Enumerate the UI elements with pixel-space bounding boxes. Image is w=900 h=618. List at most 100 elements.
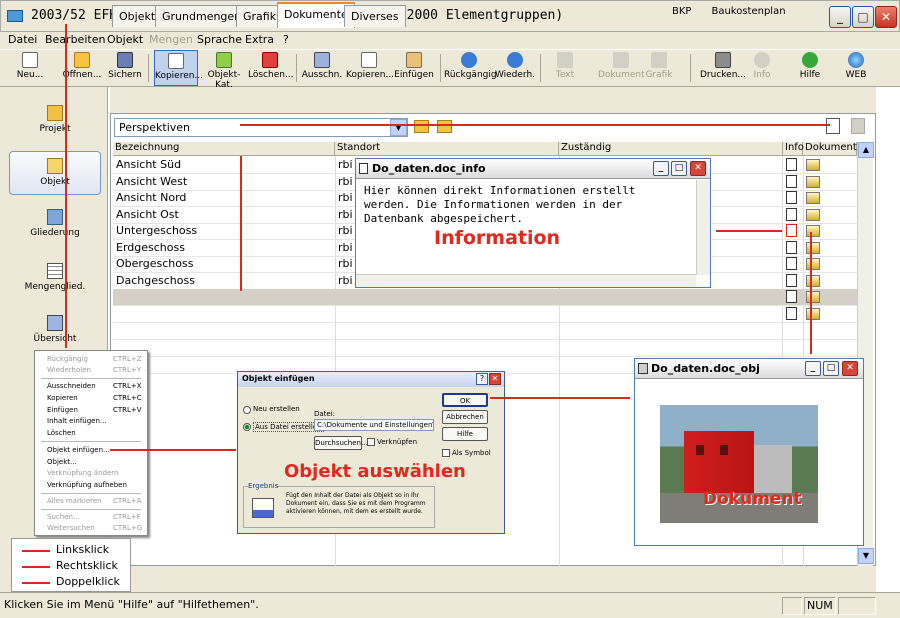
menu-help[interactable]: ? bbox=[283, 33, 289, 46]
info-textarea[interactable]: Hier können direkt Informationen erstell… bbox=[364, 184, 636, 226]
menu-datei[interactable]: Datei bbox=[8, 33, 37, 46]
redo-button[interactable]: Wiederh. bbox=[494, 50, 536, 86]
document-folder-icon[interactable] bbox=[806, 308, 820, 320]
sidebar-item-objekt[interactable]: Objekt bbox=[9, 151, 101, 195]
file-path-input[interactable]: C:\Dokumente und Einstellungen\Rueth bbox=[314, 419, 434, 431]
info-horizontal-scrollbar[interactable] bbox=[356, 274, 696, 287]
object-catalog-icon bbox=[216, 52, 232, 68]
info-doc-icon[interactable] bbox=[786, 241, 797, 254]
scroll-up-icon[interactable]: ▲ bbox=[858, 142, 874, 158]
web-button[interactable]: WEB bbox=[842, 50, 870, 86]
chevron-down-icon[interactable]: ▼ bbox=[390, 119, 407, 136]
table-row-selected[interactable] bbox=[113, 289, 857, 306]
close-button[interactable]: ✕ bbox=[875, 6, 897, 28]
context-menu: Rückgängig CTRL+Z Wiederholen CTRL+Y Aussc… bbox=[34, 350, 148, 536]
document-folder-icon[interactable] bbox=[806, 176, 820, 188]
menu-item-remove-link[interactable]: Verknüpfung aufheben bbox=[47, 481, 127, 489]
info-doc-icon[interactable] bbox=[786, 191, 797, 204]
menu-objekt[interactable]: Objekt bbox=[107, 33, 143, 46]
new-button[interactable]: Neu... bbox=[12, 50, 48, 86]
close-button[interactable]: ✕ bbox=[842, 361, 858, 376]
menu-item-delete[interactable]: Löschen bbox=[47, 429, 76, 437]
browse-button[interactable]: Durchsuchen... bbox=[314, 436, 368, 450]
document-small-icon bbox=[359, 163, 368, 174]
document-folder-icon[interactable] bbox=[806, 209, 820, 221]
new-folder-icon[interactable] bbox=[437, 120, 452, 133]
info-doc-icon[interactable] bbox=[786, 208, 797, 221]
maximize-button[interactable]: □ bbox=[852, 6, 874, 28]
minimize-button[interactable]: _ bbox=[653, 161, 669, 176]
menu-bearbeiten[interactable]: Bearbeiten bbox=[45, 33, 105, 46]
sidebar-item-mengenglied[interactable]: Mengenglied. bbox=[9, 257, 101, 301]
radio-new[interactable] bbox=[243, 406, 251, 414]
tab-diverses[interactable]: Diverses bbox=[344, 5, 406, 27]
close-button[interactable]: ✕ bbox=[690, 161, 706, 176]
scroll-down-icon[interactable]: ▼ bbox=[858, 548, 874, 564]
maximize-button[interactable]: □ bbox=[671, 161, 687, 176]
table-row[interactable] bbox=[113, 306, 857, 323]
menu-item-cut[interactable]: Ausschneiden bbox=[47, 382, 96, 390]
info-doc-icon[interactable] bbox=[786, 158, 797, 171]
menu-item-paste[interactable]: Einfügen bbox=[47, 406, 78, 414]
annotation-arrow bbox=[240, 156, 242, 291]
document-folder-icon[interactable] bbox=[806, 159, 820, 171]
dialog-close-button[interactable]: ✕ bbox=[489, 373, 501, 385]
sidebar-item-gliederung[interactable]: Gliederung bbox=[9, 203, 101, 247]
info-doc-icon[interactable] bbox=[786, 290, 797, 303]
col-info[interactable]: Info bbox=[783, 142, 804, 156]
copy-button[interactable]: Kopieren... bbox=[346, 50, 394, 86]
col-zustaendig[interactable]: Zuständig bbox=[559, 142, 783, 156]
col-dokument[interactable]: Dokument bbox=[803, 142, 857, 156]
menu-extra[interactable]: Extra bbox=[245, 33, 274, 46]
info-doc-icon[interactable] bbox=[786, 257, 797, 270]
document-folder-icon[interactable] bbox=[806, 291, 820, 303]
new-document-icon[interactable] bbox=[826, 118, 840, 134]
paste-button[interactable]: Einfügen bbox=[392, 50, 436, 86]
col-bezeichnung[interactable]: Bezeichnung bbox=[113, 142, 335, 156]
copy-object-button[interactable]: Kopieren... bbox=[154, 50, 203, 86]
cut-button[interactable]: Ausschn. bbox=[300, 50, 344, 86]
as-symbol-checkbox[interactable] bbox=[442, 449, 450, 457]
app-icon bbox=[7, 10, 23, 22]
info-doc-icon[interactable] bbox=[786, 274, 797, 287]
printer-icon bbox=[715, 52, 731, 68]
legend-left-click: Linksklick bbox=[56, 543, 110, 556]
minimize-button[interactable]: _ bbox=[805, 361, 821, 376]
open-folder-icon[interactable] bbox=[414, 120, 429, 133]
document-folder-icon[interactable] bbox=[806, 258, 820, 270]
menu-item-paste-special[interactable]: Inhalt einfügen... bbox=[47, 417, 107, 425]
info-vertical-scrollbar[interactable] bbox=[696, 180, 710, 275]
help-button[interactable]: Hilfe bbox=[442, 427, 488, 441]
menu-sprache[interactable]: Sprache bbox=[197, 33, 242, 46]
document-folder-icon[interactable] bbox=[806, 242, 820, 254]
menu-item-object[interactable]: Objekt... bbox=[47, 458, 77, 466]
object-catalog-button[interactable]: Objekt-Kat. bbox=[200, 50, 248, 90]
sidebar-item-uebersicht[interactable]: Übersicht bbox=[9, 309, 101, 353]
category-combo[interactable]: Perspektiven bbox=[114, 118, 408, 137]
menu-item-copy[interactable]: Kopieren bbox=[47, 394, 78, 402]
link-checkbox[interactable] bbox=[367, 438, 375, 446]
radio-from-file[interactable] bbox=[243, 423, 251, 431]
delete-button[interactable]: Löschen... bbox=[248, 50, 294, 86]
col-standort[interactable]: Standort bbox=[335, 142, 559, 156]
info-doc-icon[interactable] bbox=[786, 224, 797, 237]
info-doc-icon[interactable] bbox=[786, 175, 797, 188]
info-doc-icon[interactable] bbox=[786, 307, 797, 320]
maximize-button[interactable]: □ bbox=[823, 361, 839, 376]
document-folder-icon[interactable] bbox=[806, 192, 820, 204]
dialog-help-button[interactable]: ? bbox=[476, 373, 488, 385]
help-button[interactable]: Hilfe bbox=[796, 50, 824, 86]
sidebar-item-projekt[interactable]: Projekt bbox=[9, 99, 101, 143]
cancel-button[interactable]: Abbrechen bbox=[442, 410, 488, 424]
minimize-button[interactable]: _ bbox=[829, 6, 851, 28]
ok-button[interactable]: OK bbox=[442, 393, 488, 407]
annotation-arrow bbox=[810, 232, 812, 354]
bkp-label: BKP Baukostenplan bbox=[672, 6, 786, 17]
document-folder-icon[interactable] bbox=[806, 275, 820, 287]
menu-item-insert-object[interactable]: Objekt einfügen... bbox=[47, 446, 110, 454]
save-button[interactable]: Sichern bbox=[106, 50, 144, 86]
undo-button[interactable]: Rückgängig bbox=[444, 50, 497, 86]
document-folder-icon[interactable] bbox=[806, 225, 820, 237]
print-button[interactable]: Drucken... bbox=[700, 50, 746, 86]
tab-grundmengen[interactable]: Grundmengen bbox=[155, 5, 249, 27]
